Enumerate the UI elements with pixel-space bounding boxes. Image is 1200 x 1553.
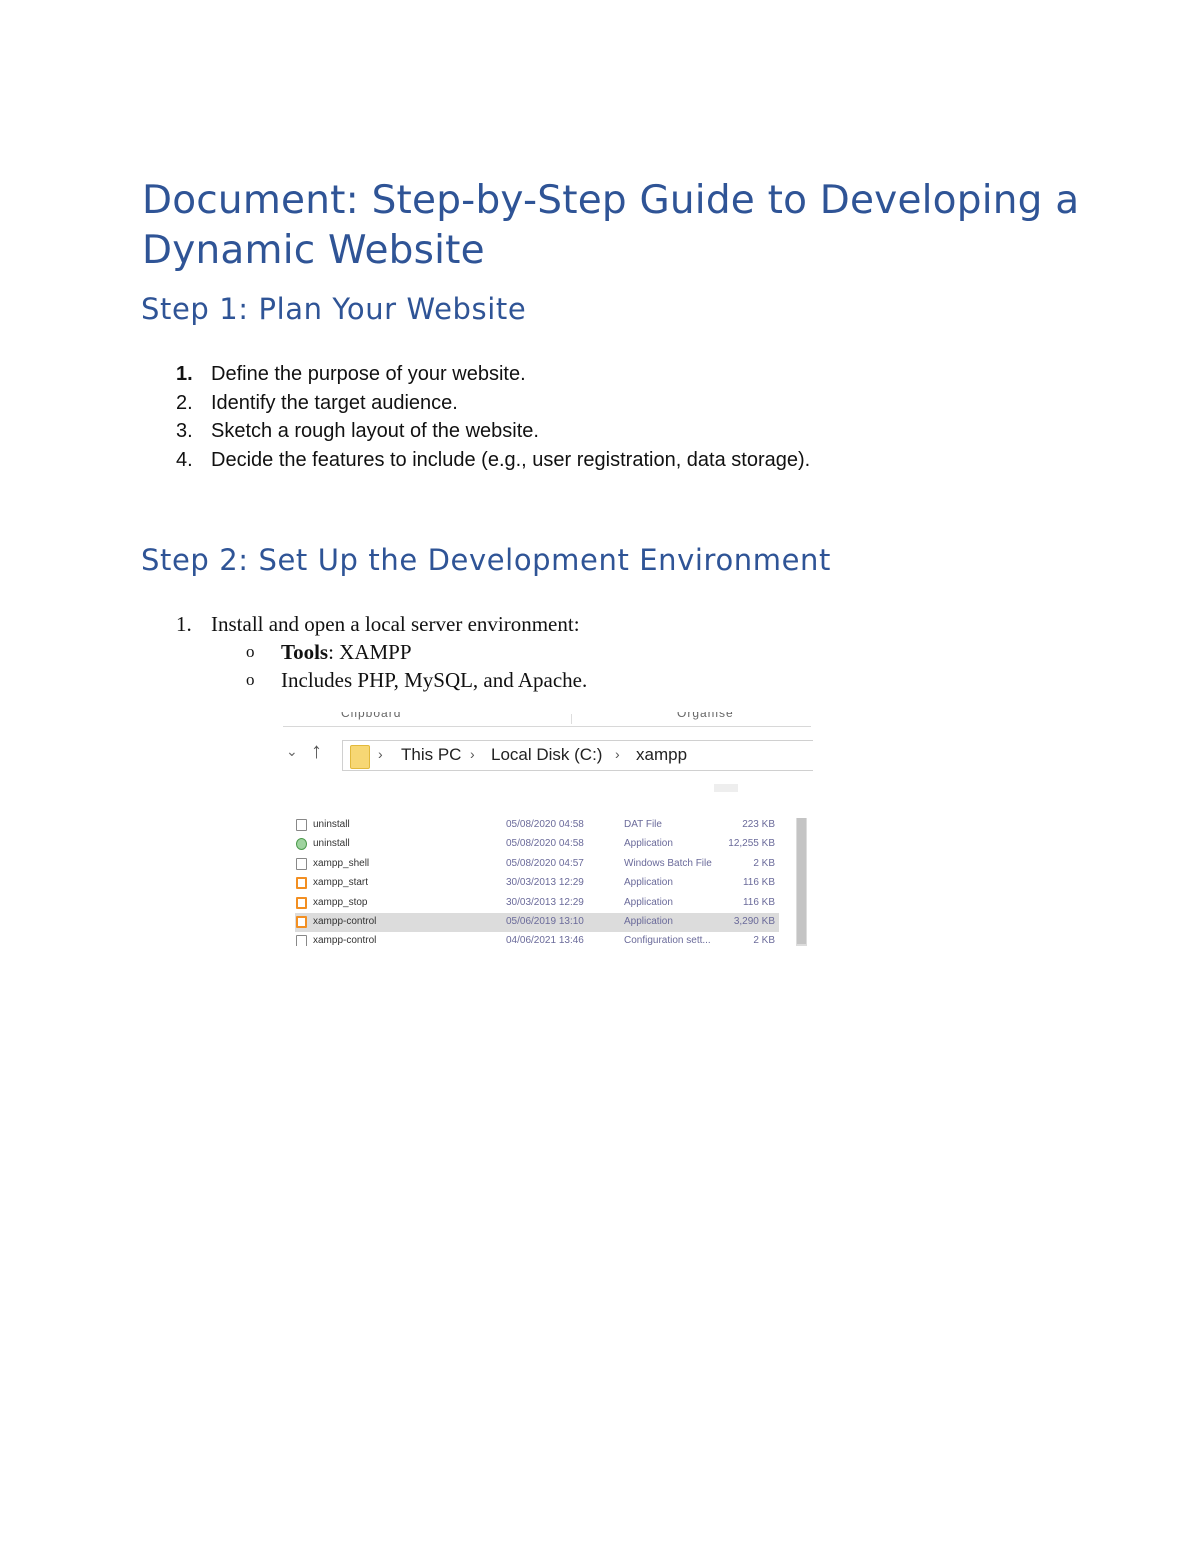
file-type: Windows Batch File	[624, 857, 712, 869]
file-row[interactable]: xampp_shell 05/08/2020 04:57 Windows Bat…	[295, 855, 779, 874]
xampp-icon	[296, 877, 307, 890]
file-row[interactable]: xampp_stop 30/03/2013 12:29 Application …	[295, 894, 779, 913]
step1-heading: Step 1: Plan Your Website	[141, 292, 527, 326]
document-title: Document: Step-by-Step Guide to Developi…	[142, 178, 1080, 273]
file-row[interactable]: xampp-control 04/06/2021 13:46 Configura…	[295, 932, 779, 946]
file-size: 2 KB	[753, 935, 775, 946]
step2-heading: Step 2: Set Up the Development Environme…	[141, 543, 832, 577]
file-date: 05/06/2019 13:10	[506, 915, 584, 927]
list-number: 4.	[176, 449, 193, 472]
file-icon	[296, 819, 307, 831]
file-date: 30/03/2013 12:29	[506, 896, 584, 908]
breadcrumb-local-disk[interactable]: Local Disk (C:)	[491, 745, 602, 765]
list-number: 1.	[176, 612, 192, 636]
file-type: Application	[624, 915, 673, 927]
list-text: Identify the target audience.	[211, 391, 458, 414]
list-number: 1.	[176, 363, 193, 385]
chevron-right-icon: ›	[470, 746, 475, 762]
list-text: Install and open a local server environm…	[211, 612, 580, 636]
breadcrumb-this-pc[interactable]: This PC	[401, 745, 461, 765]
up-arrow-icon[interactable]: ↑	[311, 738, 322, 764]
xampp-icon	[296, 896, 307, 909]
document-page: Document: Step-by-Step Guide to Developi…	[0, 0, 1200, 1553]
file-size: 116 KB	[742, 896, 775, 908]
list-text: Define the purpose of your website.	[211, 363, 526, 385]
file-size: 116 KB	[742, 877, 775, 889]
file-type: Configuration sett...	[624, 935, 711, 946]
file-name: xampp-control	[313, 935, 377, 946]
xampp-icon	[296, 915, 307, 928]
step2-list: 1. Install and open a local server envir…	[176, 610, 587, 694]
list-item: 3. Sketch a rough layout of the website.	[176, 417, 810, 446]
file-date: 05/08/2020 04:57	[506, 857, 584, 869]
file-date: 04/06/2021 13:46	[506, 935, 584, 946]
batch-icon	[296, 857, 307, 870]
file-size: 223 KB	[742, 819, 775, 830]
ribbon-divider	[571, 714, 572, 724]
file-name: xampp-control	[313, 915, 377, 927]
tools-label: Tools	[281, 640, 329, 664]
bullet-marker: o	[246, 670, 255, 689]
folder-icon	[350, 745, 370, 769]
file-type: Application	[624, 896, 673, 908]
file-row-selected[interactable]: xampp-control 05/06/2019 13:10 Applicati…	[295, 912, 779, 933]
file-type: DAT File	[624, 819, 662, 830]
bullet-marker: o	[246, 642, 255, 661]
list-number: 3.	[176, 420, 193, 443]
ribbon-group-label: Clipboard	[341, 712, 402, 720]
config-icon	[296, 935, 307, 946]
file-name: xampp_shell	[313, 857, 370, 869]
ribbon-group-label: Organise	[677, 712, 734, 720]
file-row[interactable]: xampp_start 30/03/2013 12:29 Application…	[295, 874, 779, 893]
file-name: xampp_stop	[313, 896, 368, 908]
file-type: Application	[624, 838, 673, 850]
file-list: uninstall 05/08/2020 04:58 DAT File 223 …	[295, 816, 779, 946]
file-size: 2 KB	[753, 857, 775, 869]
chevron-right-icon: ›	[378, 746, 383, 762]
chevron-right-icon: ›	[615, 746, 620, 762]
sub-list-item: o Includes PHP, MySQL, and Apache.	[176, 666, 587, 694]
file-name: xampp_start	[313, 877, 369, 889]
list-text: Includes PHP, MySQL, and Apache.	[281, 668, 588, 692]
explorer-screenshot: Clipboard Organise ⌄ ↑ › This PC › Local…	[283, 712, 813, 946]
address-bar[interactable]: › This PC › Local Disk (C:) › xampp	[342, 740, 813, 771]
sub-list-item: o Tools: XAMPP	[176, 638, 587, 666]
gear-icon	[296, 838, 307, 851]
tools-value: : XAMPP	[328, 640, 412, 664]
list-number: 2.	[176, 391, 193, 414]
file-size: 12,255 KB	[728, 838, 775, 850]
list-item: 1. Define the purpose of your website.	[176, 360, 810, 389]
list-item: 2. Identify the target audience.	[176, 389, 810, 418]
column-resize-mark	[714, 784, 738, 792]
file-date: 05/08/2020 04:58	[506, 838, 584, 850]
ribbon-strip: Clipboard Organise	[283, 712, 811, 727]
file-row[interactable]: uninstall 05/08/2020 04:58 DAT File 223 …	[295, 816, 779, 835]
file-type: Application	[624, 877, 673, 889]
file-date: 05/08/2020 04:58	[506, 819, 584, 830]
file-name: uninstall	[313, 838, 350, 850]
list-text: Sketch a rough layout of the website.	[211, 420, 539, 443]
list-text: Decide the features to include (e.g., us…	[211, 449, 811, 472]
file-size: 3,290 KB	[733, 915, 775, 927]
scrollbar-thumb[interactable]	[797, 818, 806, 944]
breadcrumb-xampp[interactable]: xampp	[636, 745, 687, 765]
chevron-down-icon[interactable]: ⌄	[286, 743, 298, 760]
list-item: 4. Decide the features to include (e.g.,…	[176, 446, 810, 475]
list-item: 1. Install and open a local server envir…	[176, 610, 587, 638]
file-date: 30/03/2013 12:29	[506, 877, 584, 889]
step1-list: 1. Define the purpose of your website. 2…	[176, 360, 810, 475]
navigation-bar: ⌄ ↑ › This PC › Local Disk (C:) › xampp	[283, 738, 813, 772]
file-name: uninstall	[313, 819, 350, 830]
file-row[interactable]: uninstall 05/08/2020 04:58 Application 1…	[295, 835, 779, 854]
